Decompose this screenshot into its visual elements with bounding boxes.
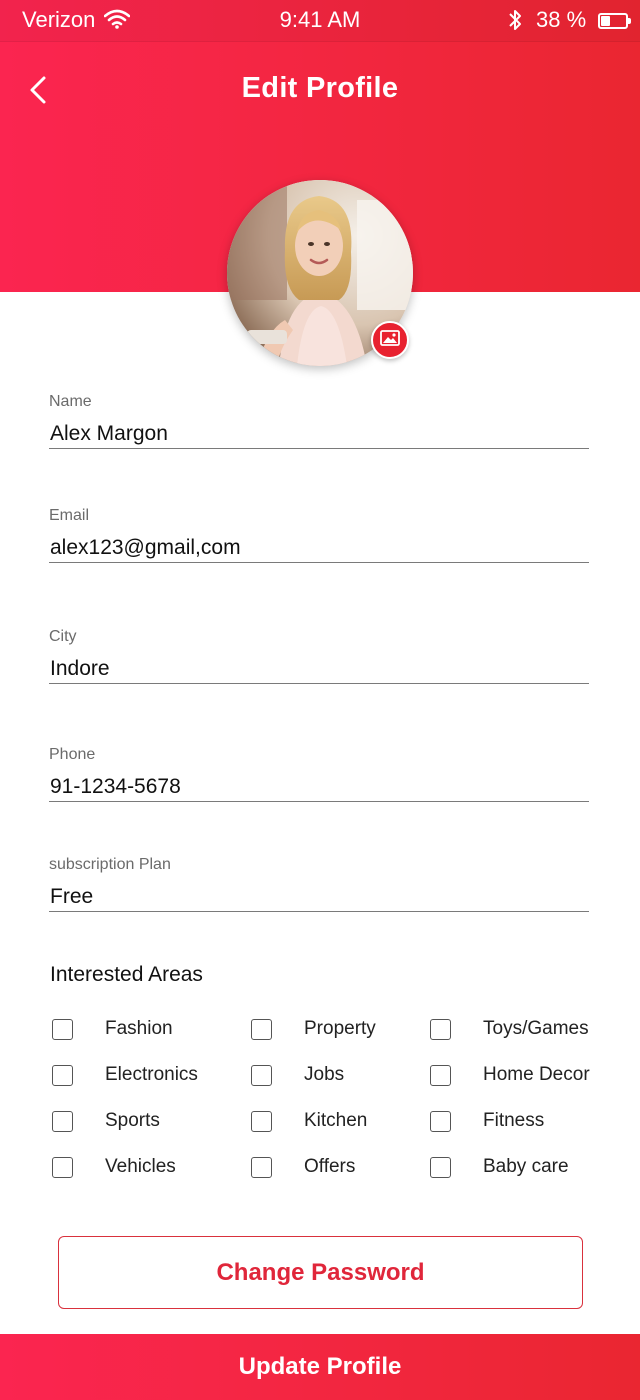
email-input[interactable] bbox=[49, 533, 589, 563]
checkbox-box[interactable] bbox=[251, 1111, 272, 1132]
battery-level-fill bbox=[601, 16, 610, 26]
checkbox-electronics[interactable]: Electronics bbox=[52, 1061, 232, 1091]
city-label: City bbox=[49, 628, 77, 645]
checkbox-box[interactable] bbox=[52, 1019, 73, 1040]
email-label: Email bbox=[49, 507, 90, 524]
phone-label: Phone bbox=[49, 746, 96, 763]
checkbox-box[interactable] bbox=[52, 1111, 73, 1132]
checkbox-label: Toys/Games bbox=[483, 1018, 589, 1039]
checkbox-baby-care[interactable]: Baby care bbox=[430, 1153, 590, 1183]
name-input[interactable] bbox=[49, 419, 589, 449]
checkbox-label: Baby care bbox=[483, 1156, 569, 1177]
checkbox-fashion[interactable]: Fashion bbox=[52, 1015, 232, 1045]
checkbox-label: Electronics bbox=[105, 1064, 198, 1085]
name-label: Name bbox=[49, 393, 92, 410]
checkbox-box[interactable] bbox=[430, 1157, 451, 1178]
checkbox-label: Fitness bbox=[483, 1110, 545, 1131]
checkbox-vehicles[interactable]: Vehicles bbox=[52, 1153, 232, 1183]
checkbox-box[interactable] bbox=[251, 1157, 272, 1178]
plan-label: subscription Plan bbox=[49, 856, 171, 873]
checkbox-kitchen[interactable]: Kitchen bbox=[251, 1107, 421, 1137]
name-field: Name bbox=[49, 393, 589, 449]
checkbox-box[interactable] bbox=[430, 1019, 451, 1040]
checkbox-toys-games[interactable]: Toys/Games bbox=[430, 1015, 590, 1045]
interested-areas-title: Interested Areas bbox=[50, 963, 203, 986]
email-field: Email bbox=[49, 507, 589, 563]
checkbox-label: Home Decor bbox=[483, 1064, 590, 1085]
checkbox-fitness[interactable]: Fitness bbox=[430, 1107, 590, 1137]
image-icon bbox=[380, 329, 400, 351]
checkbox-label: Fashion bbox=[105, 1018, 173, 1039]
plan-field: subscription Plan bbox=[49, 856, 589, 912]
city-field: City bbox=[49, 628, 589, 684]
update-profile-button[interactable]: Update Profile bbox=[0, 1334, 640, 1400]
checkbox-property[interactable]: Property bbox=[251, 1015, 421, 1045]
checkbox-label: Property bbox=[304, 1018, 376, 1039]
checkbox-label: Offers bbox=[304, 1156, 356, 1177]
checkbox-sports[interactable]: Sports bbox=[52, 1107, 232, 1137]
checkbox-label: Kitchen bbox=[304, 1110, 368, 1131]
city-input[interactable] bbox=[49, 654, 589, 684]
checkbox-jobs[interactable]: Jobs bbox=[251, 1061, 421, 1091]
phone-input[interactable] bbox=[49, 772, 589, 802]
checkbox-box[interactable] bbox=[251, 1065, 272, 1086]
change-photo-button[interactable] bbox=[371, 321, 409, 359]
checkbox-label: Jobs bbox=[304, 1064, 345, 1085]
checkbox-label: Vehicles bbox=[105, 1156, 176, 1177]
checkbox-box[interactable] bbox=[52, 1065, 73, 1086]
checkbox-label: Sports bbox=[105, 1110, 160, 1131]
checkbox-box[interactable] bbox=[430, 1111, 451, 1132]
status-bar: Verizon 9:41 AM 38 % bbox=[0, 0, 640, 42]
change-password-button[interactable]: Change Password bbox=[58, 1236, 583, 1309]
battery-percent: 38 % bbox=[536, 7, 587, 32]
battery-icon bbox=[598, 13, 631, 29]
checkbox-box[interactable] bbox=[251, 1019, 272, 1040]
checkbox-home-decor[interactable]: Home Decor bbox=[430, 1061, 590, 1091]
checkbox-offers[interactable]: Offers bbox=[251, 1153, 421, 1183]
checkbox-box[interactable] bbox=[430, 1065, 451, 1086]
checkbox-box[interactable] bbox=[52, 1157, 73, 1178]
phone-field: Phone bbox=[49, 746, 589, 802]
plan-input[interactable] bbox=[49, 882, 589, 912]
bluetooth-icon bbox=[506, 8, 524, 38]
page-title: Edit Profile bbox=[241, 72, 399, 104]
